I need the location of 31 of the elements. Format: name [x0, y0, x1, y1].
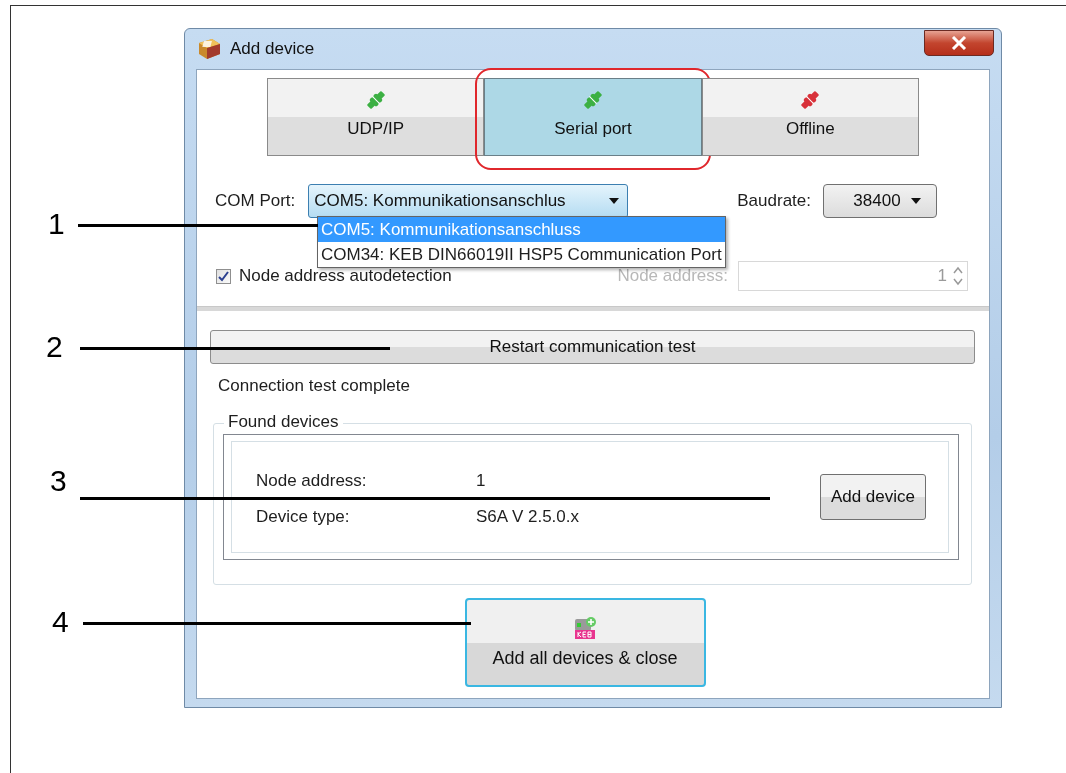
window-title: Add device [230, 39, 315, 59]
baudrate-label: Baudrate: [737, 191, 811, 211]
field-value: 1 [476, 471, 487, 491]
app-icon [196, 37, 222, 61]
checkbox[interactable] [216, 268, 231, 284]
checkbox-label: Node address autodetection [239, 266, 452, 286]
connection-tab[interactable]: Offline [701, 78, 919, 156]
com-port-label: COM Port: [215, 191, 296, 211]
dropdown-option[interactable]: COM34: KEB DIN66019II HSP5 Communication Port [318, 242, 725, 267]
callout-number: 2 [46, 330, 63, 364]
add-device-button[interactable]: Add device [819, 474, 926, 520]
connection-tab[interactable]: UDP/IP [267, 78, 485, 156]
status-text: Connection test complete [218, 376, 411, 396]
device-add-icon [573, 616, 597, 640]
spinner-arrows-icon [953, 265, 963, 287]
caret-icon [910, 198, 921, 204]
add-all-devices-button[interactable]: Add all devices & close [464, 598, 706, 687]
connection-tab[interactable]: Serial port [484, 78, 702, 156]
field-label: Node address: [256, 471, 368, 491]
close-button[interactable] [924, 30, 994, 56]
com-port-dropdown[interactable]: COM5: Kommunikationsanschlus [308, 184, 629, 218]
callout-number: 1 [48, 207, 65, 241]
restart-test-button[interactable]: Restart communication test [210, 330, 975, 364]
callout-number: 3 [50, 464, 67, 498]
field-value: S6A V 2.5.0.x [476, 507, 579, 527]
close-icon [951, 36, 967, 50]
callout-number: 4 [52, 605, 69, 639]
node-address-label: Node address: [617, 266, 728, 286]
field-label: Device type: [256, 507, 351, 527]
caret-icon [609, 198, 620, 204]
baudrate-dropdown[interactable]: 38400 [823, 184, 937, 218]
